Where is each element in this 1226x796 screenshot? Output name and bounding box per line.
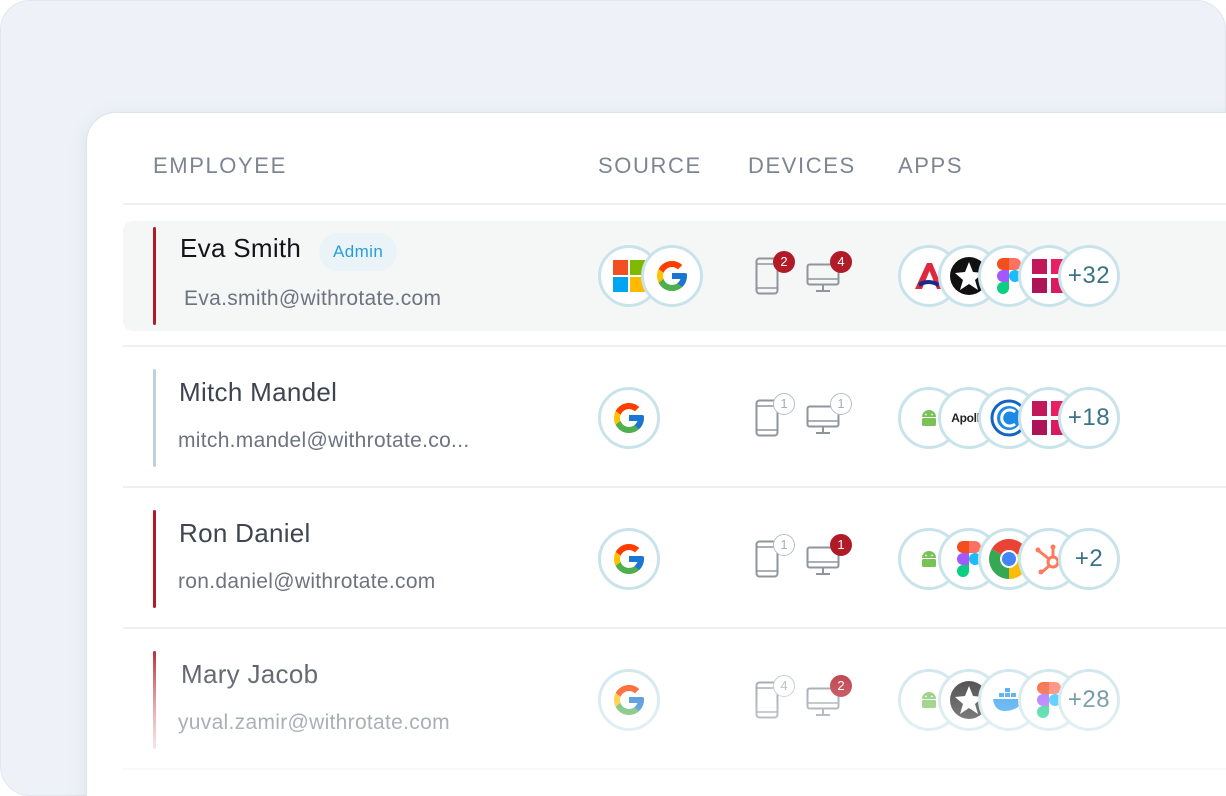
more-apps-button[interactable]: +28	[1058, 669, 1120, 731]
row-divider	[123, 345, 1226, 347]
more-apps-count: +32	[1067, 262, 1111, 289]
google-icon	[598, 528, 660, 590]
employee-name[interactable]: Ron Daniel	[179, 518, 311, 549]
column-header-employee[interactable]: EMPLOYEE	[153, 153, 287, 179]
more-apps-count: +2	[1074, 545, 1104, 572]
column-header-apps[interactable]: APPS	[898, 153, 963, 179]
table-header: EMPLOYEE SOURCE DEVICES APPS	[123, 113, 1226, 205]
mobile-device-count: 2	[773, 251, 795, 273]
desktop-device-count: 2	[830, 675, 852, 697]
table-row[interactable]: Mary Jacob yuval.zamir@withrotate.com 4 …	[123, 645, 1226, 755]
risk-indicator-bar	[153, 651, 156, 749]
employee-email: yuval.zamir@withrotate.com	[178, 711, 450, 734]
desktop-device-count: 1	[830, 534, 852, 556]
column-header-devices[interactable]: DEVICES	[748, 153, 856, 179]
row-divider	[123, 768, 1226, 770]
employee-name[interactable]: Mitch Mandel	[179, 377, 337, 408]
employee-email: Eva.smith@withrotate.com	[184, 287, 442, 310]
risk-indicator-bar	[153, 227, 156, 325]
risk-indicator-bar	[153, 510, 156, 608]
desktop-device-count: 1	[830, 393, 852, 415]
table-row[interactable]: Ron Daniel ron.daniel@withrotate.com 1 1	[123, 504, 1226, 614]
column-header-source[interactable]: SOURCE	[598, 153, 702, 179]
more-apps-button[interactable]: +18	[1058, 387, 1120, 449]
risk-indicator-bar	[153, 369, 156, 467]
table-row[interactable]: Mitch Mandel mitch.mandel@withrotate.co.…	[123, 363, 1226, 473]
more-apps-count: +18	[1067, 404, 1111, 431]
desktop-device-count: 4	[830, 251, 852, 273]
mobile-device-count: 1	[773, 534, 795, 556]
table-row[interactable]: Eva Smith Admin Eva.smith@withrotate.com	[123, 221, 1226, 331]
employee-email: mitch.mandel@withrotate.co...	[178, 429, 470, 452]
google-icon	[598, 669, 660, 731]
employee-email: ron.daniel@withrotate.com	[178, 570, 436, 593]
mobile-device-count: 4	[773, 675, 795, 697]
more-apps-button[interactable]: +2	[1058, 528, 1120, 590]
google-icon	[598, 387, 660, 449]
admin-badge: Admin	[319, 233, 398, 271]
row-divider	[123, 486, 1226, 488]
employee-name[interactable]: Mary Jacob	[181, 659, 318, 690]
more-apps-button[interactable]: +32	[1058, 245, 1120, 307]
more-apps-count: +28	[1067, 686, 1111, 713]
employee-name[interactable]: Eva Smith	[180, 233, 301, 264]
employee-table-card: EMPLOYEE SOURCE DEVICES APPS Eva Smith A…	[86, 112, 1226, 796]
mobile-device-count: 1	[773, 393, 795, 415]
google-icon	[641, 245, 703, 307]
row-divider	[123, 627, 1226, 629]
